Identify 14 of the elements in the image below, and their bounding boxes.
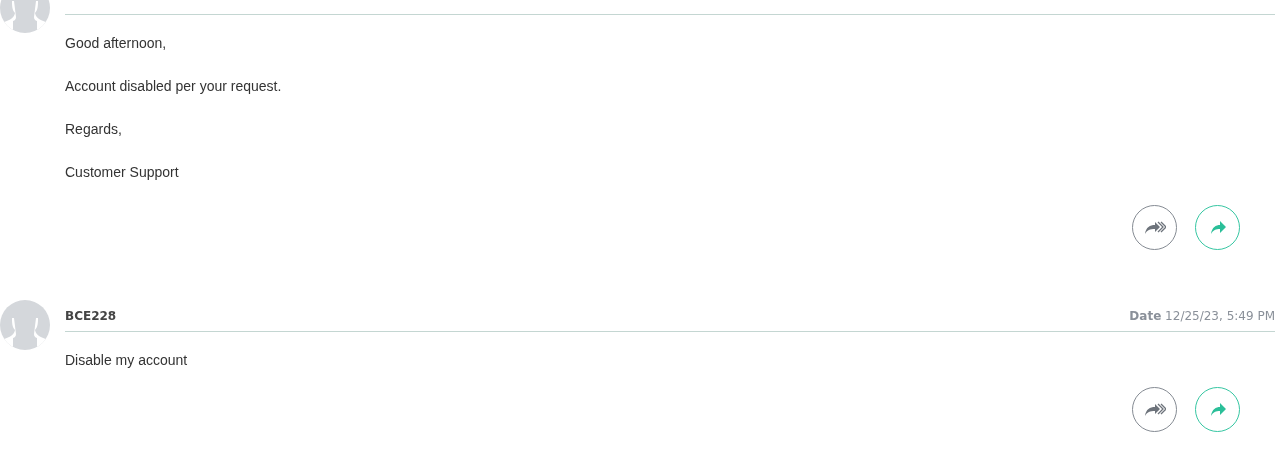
reply-all-button[interactable] [1132, 387, 1177, 432]
message-text: Account disabled per your request. [65, 77, 283, 96]
sender-name: BCE228 [65, 307, 117, 325]
reply-all-button[interactable] [1132, 205, 1177, 250]
avatar-icon [0, 300, 50, 350]
forward-icon [1209, 403, 1226, 416]
forward-icon [1209, 221, 1226, 234]
message-text: Customer Support [65, 163, 180, 182]
reply-all-icon [1143, 220, 1166, 235]
message-text: Disable my account [65, 351, 189, 370]
message-date: Date 12/25/23, 5:49 PM [1129, 307, 1275, 325]
reply-all-icon [1143, 402, 1166, 417]
message-text: Good afternoon, [65, 34, 168, 53]
message-text: Regards, [65, 120, 123, 139]
